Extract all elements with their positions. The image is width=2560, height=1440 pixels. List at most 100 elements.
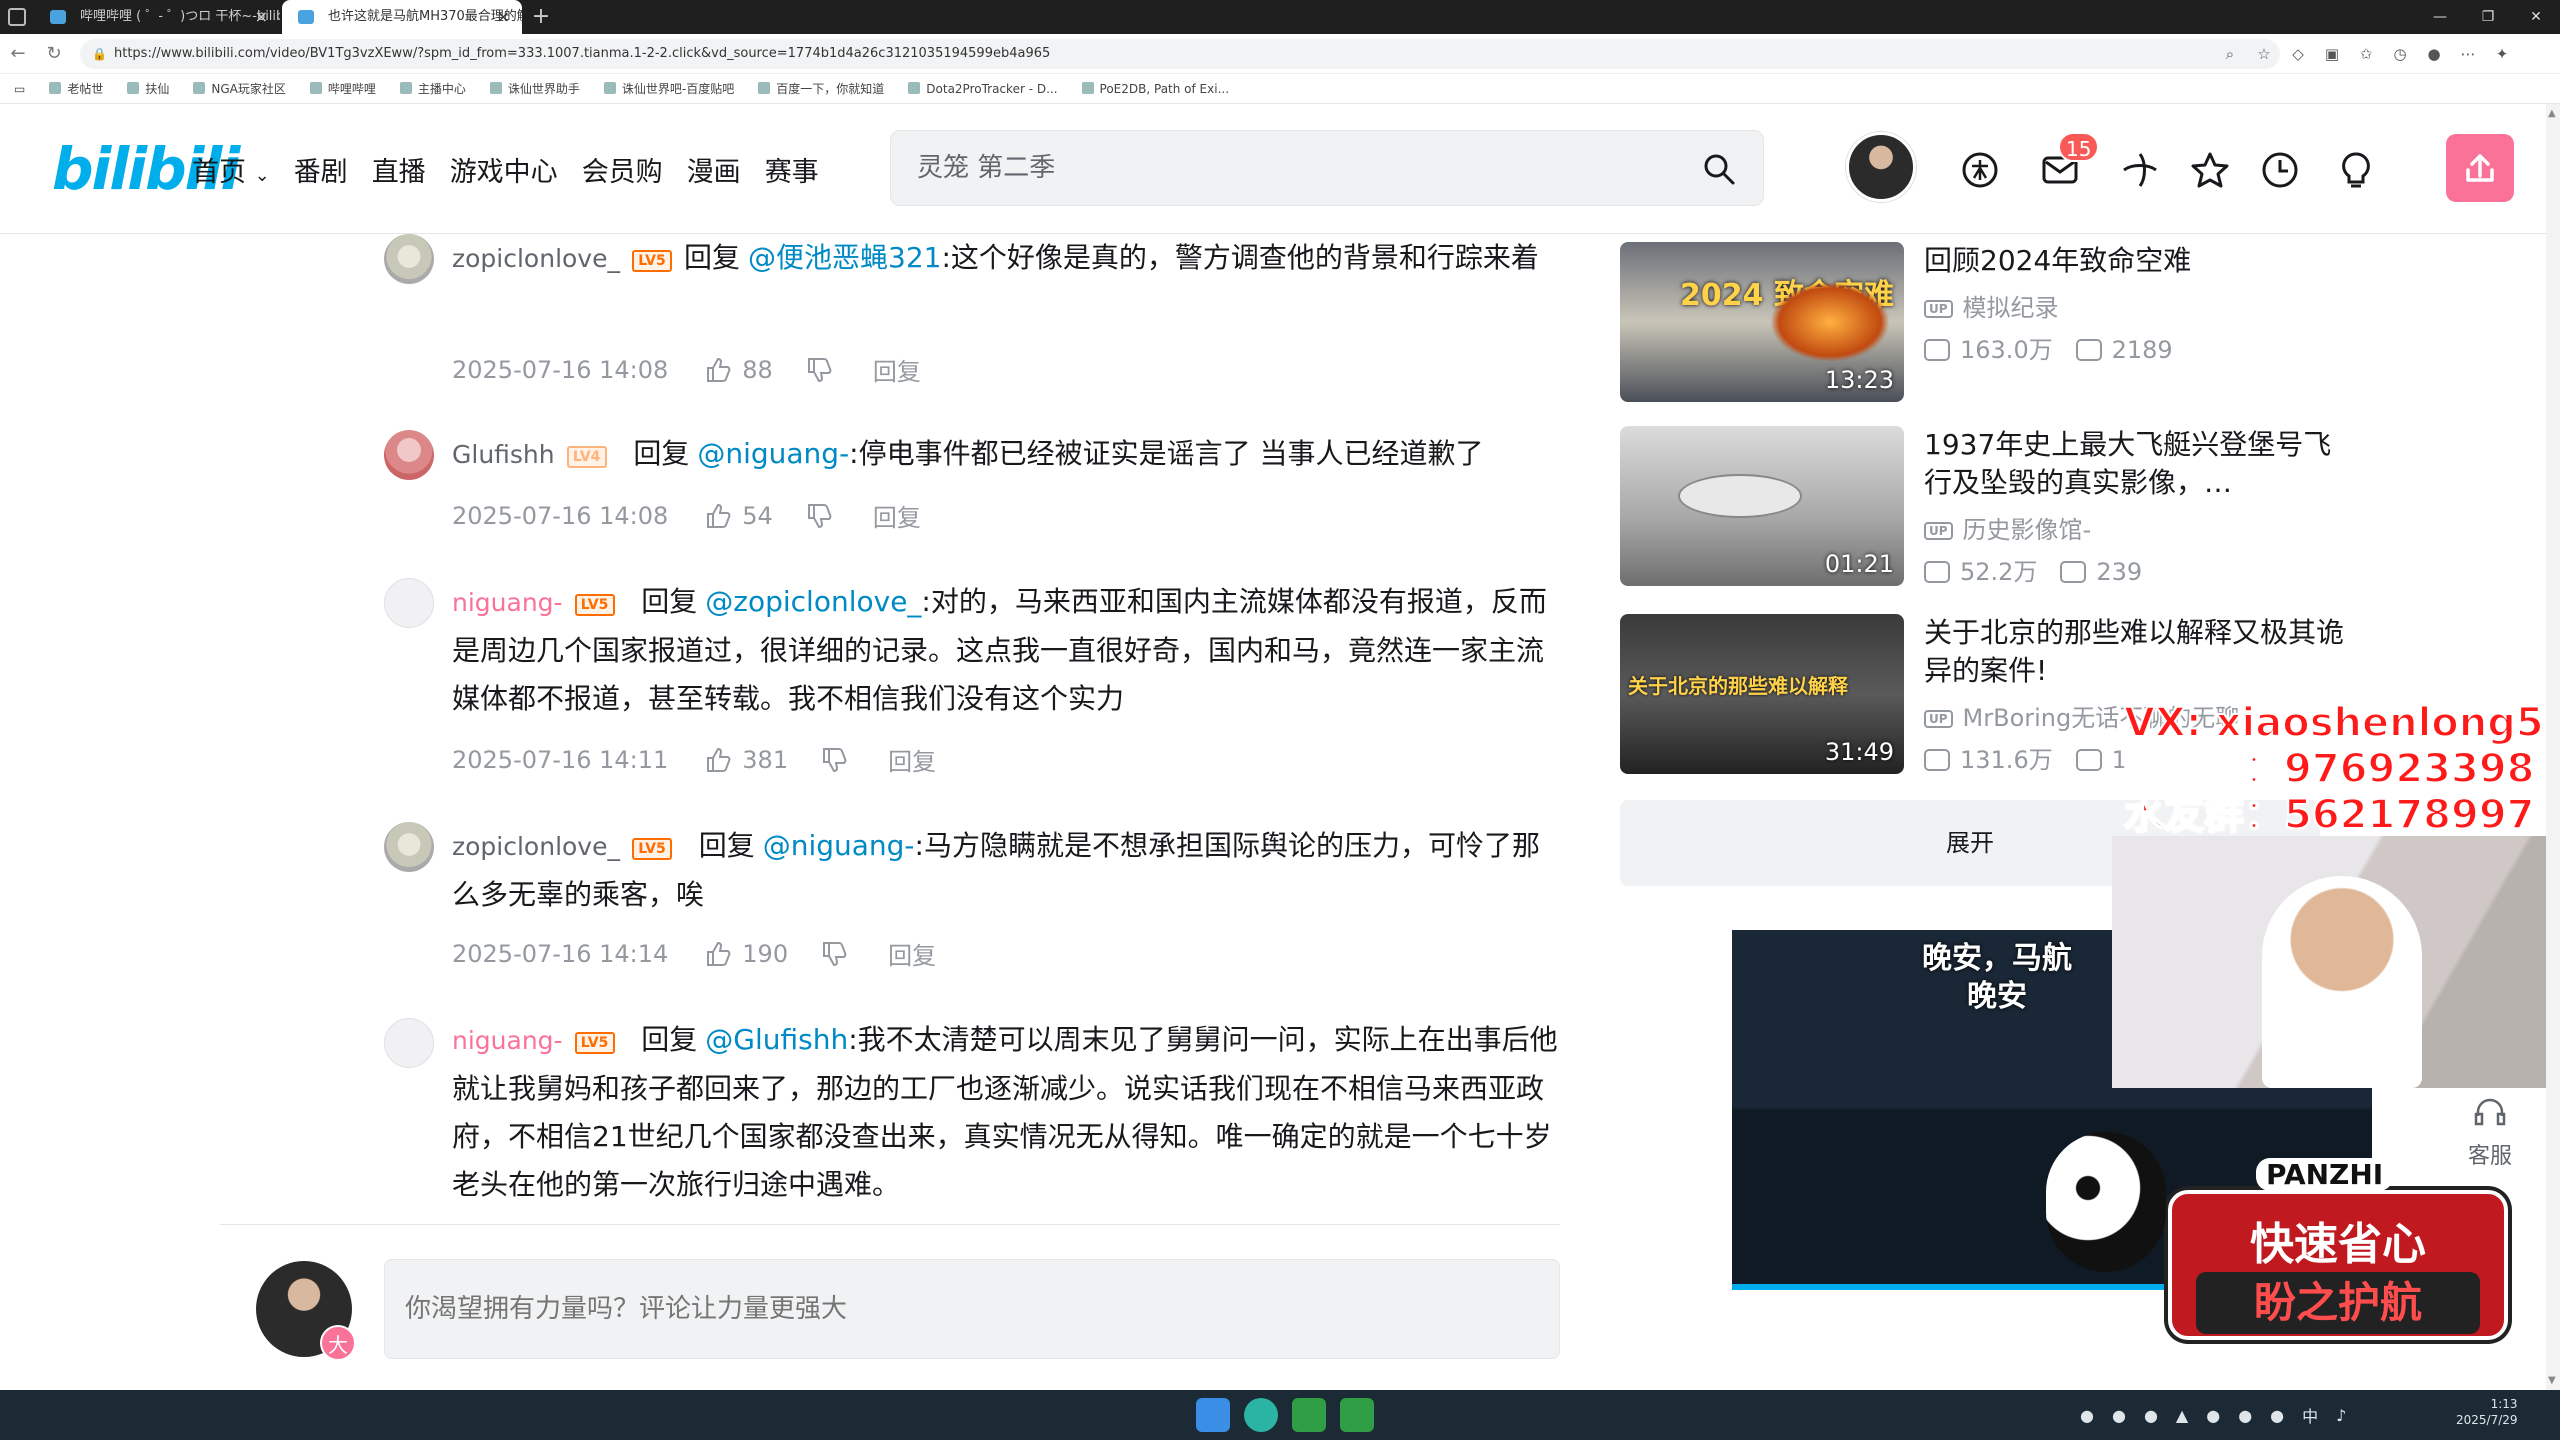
bookmark[interactable]: 诛仙世界助手: [490, 80, 580, 97]
zoom-icon[interactable]: ⌕: [2220, 40, 2240, 68]
nav-esports[interactable]: 赛事: [765, 150, 819, 189]
copilot-icon[interactable]: ✦: [2492, 40, 2512, 68]
customer-service-button[interactable]: 客服: [2450, 1080, 2530, 1180]
bookmark[interactable]: 哔哩哔哩: [310, 80, 376, 97]
reply-button[interactable]: 回复: [888, 936, 936, 971]
volume-icon[interactable]: ♪: [2336, 1406, 2346, 1425]
nav-manga[interactable]: 漫画: [687, 150, 741, 189]
search-icon[interactable]: [1703, 153, 1735, 185]
video-thumbnail[interactable]: 01:21: [1620, 426, 1904, 586]
bookmark[interactable]: 扶仙: [127, 80, 169, 97]
tray-icon[interactable]: ●: [2112, 1406, 2126, 1425]
mention-link[interactable]: @zopiclonlove_: [705, 585, 921, 618]
more-menu-icon[interactable]: ⋯: [2458, 40, 2478, 68]
bookmarks-menu-icon[interactable]: ▭: [14, 82, 25, 96]
bookmark[interactable]: NGA玩家社区: [193, 80, 286, 97]
tray-icon[interactable]: ●: [2238, 1406, 2252, 1425]
refresh-icon[interactable]: ↻: [40, 40, 68, 68]
reply-button[interactable]: 回复: [873, 498, 921, 533]
nav-home[interactable]: 首页 ⌄: [192, 150, 270, 189]
bookmark[interactable]: 主播中心: [400, 80, 466, 97]
comment-input[interactable]: [384, 1259, 1560, 1359]
like-button[interactable]: 54: [704, 502, 773, 530]
commenter-avatar[interactable]: [384, 578, 434, 628]
history-icon[interactable]: ◷: [2390, 40, 2410, 68]
like-button[interactable]: 190: [704, 940, 788, 968]
new-tab-button[interactable]: +: [524, 0, 558, 34]
commenter-name[interactable]: niguang- LV5: [452, 588, 615, 617]
minimize-button[interactable]: —: [2416, 0, 2464, 34]
commenter-name[interactable]: niguang- LV5: [452, 1026, 615, 1055]
favorite-star-icon[interactable]: ☆: [2254, 40, 2274, 68]
tab-actions-icon[interactable]: [8, 8, 26, 26]
url-field[interactable]: 🔒 https://www.bilibili.com/video/BV1Tg3v…: [80, 39, 2280, 69]
nav-live[interactable]: 直播: [372, 150, 426, 189]
uploader[interactable]: UP 模拟纪录: [1924, 288, 2059, 323]
nav-game-center[interactable]: 游戏中心: [450, 150, 558, 189]
video-thumbnail[interactable]: 2024 致命空难 13:23: [1620, 242, 1904, 402]
history-clock-icon[interactable]: [2260, 150, 2300, 190]
mention-link[interactable]: @便池恶蝇321: [748, 241, 941, 274]
page-scrollbar[interactable]: ▲ ▼: [2546, 104, 2560, 1390]
favorites-icon[interactable]: ✩: [2356, 40, 2376, 68]
tray-icon[interactable]: ●: [2270, 1406, 2284, 1425]
vip-icon[interactable]: [1960, 150, 2000, 190]
video-title[interactable]: 1937年史上最大飞艇兴登堡号飞行及坠毁的真实影像，…: [1924, 426, 2344, 502]
favorites-star-icon[interactable]: [2190, 150, 2230, 190]
tray-icon[interactable]: ●: [2080, 1406, 2094, 1425]
start-icon[interactable]: [1196, 1398, 1230, 1432]
commenter-avatar[interactable]: [384, 822, 434, 872]
thumb-down-icon[interactable]: [820, 746, 848, 774]
reply-button[interactable]: 回复: [888, 742, 936, 777]
close-window-button[interactable]: ✕: [2512, 0, 2560, 34]
commenter-avatar[interactable]: [384, 234, 434, 284]
mention-link[interactable]: @Glufishh: [705, 1023, 848, 1056]
clock[interactable]: 1:13 2025/7/29: [2456, 1396, 2518, 1428]
nav-mall[interactable]: 会员购: [582, 150, 663, 189]
nav-bangumi[interactable]: 番剧: [294, 150, 348, 189]
search-input[interactable]: [917, 131, 1677, 205]
commenter-name[interactable]: zopiclonlove_ LV5: [452, 832, 672, 861]
tray-icon[interactable]: ▲: [2176, 1406, 2188, 1425]
bookmark[interactable]: 百度一下，你就知道: [758, 80, 884, 97]
bookmark[interactable]: 诛仙世界吧-百度贴吧: [604, 80, 734, 97]
video-title[interactable]: 回顾2024年致命空难: [1924, 242, 2344, 280]
maximize-button[interactable]: ❐: [2464, 0, 2512, 34]
app-icon[interactable]: [1292, 1398, 1326, 1432]
tray-icon[interactable]: ●: [2144, 1406, 2158, 1425]
close-tab-icon[interactable]: ×: [255, 0, 268, 34]
mention-link[interactable]: @niguang-: [763, 829, 915, 862]
tab-video-active[interactable]: 也许这就是马航MH370最合理的解释 ×: [282, 0, 522, 34]
dynamics-icon[interactable]: [2120, 150, 2160, 190]
tray-icon[interactable]: ●: [2206, 1406, 2220, 1425]
like-button[interactable]: 88: [704, 356, 773, 384]
thumb-down-icon[interactable]: [820, 940, 848, 968]
app-icon[interactable]: [1340, 1398, 1374, 1432]
split-screen-icon[interactable]: ▣: [2322, 40, 2342, 68]
scroll-up-icon[interactable]: ▲: [2548, 108, 2556, 119]
like-button[interactable]: 381: [704, 746, 788, 774]
thumb-down-icon[interactable]: [805, 502, 833, 530]
mention-link[interactable]: @niguang-: [697, 437, 849, 470]
commenter-avatar[interactable]: [384, 1018, 434, 1068]
ime-indicator[interactable]: 中: [2302, 1403, 2318, 1427]
upload-button[interactable]: [2446, 134, 2514, 202]
commenter-avatar[interactable]: [384, 430, 434, 480]
extensions-icon[interactable]: ◇: [2288, 40, 2308, 68]
thumb-down-icon[interactable]: [805, 356, 833, 384]
scroll-down-icon[interactable]: ▼: [2548, 1375, 2556, 1386]
commenter-name[interactable]: Glufishh LV4: [452, 440, 607, 469]
bookmark[interactable]: Dota2ProTracker - D...: [908, 82, 1057, 96]
video-title[interactable]: 关于北京的那些难以解释又极其诡异的案件!: [1924, 614, 2344, 690]
video-thumbnail[interactable]: 关于北京的那些难以解释 31:49: [1620, 614, 1904, 774]
reply-button[interactable]: 回复: [873, 352, 921, 387]
close-tab-icon[interactable]: ×: [497, 0, 510, 34]
profile-icon[interactable]: ●: [2424, 40, 2444, 68]
bookmark[interactable]: PoE2DB, Path of Exi...: [1082, 82, 1230, 96]
creator-bulb-icon[interactable]: [2336, 150, 2376, 190]
bookmark[interactable]: 老帖世: [49, 80, 103, 97]
user-avatar[interactable]: [1846, 132, 1916, 202]
tab-bilibili-home[interactable]: 哔哩哔哩 ( ゜- ゜)つロ 干杯~-bilibili ×: [34, 0, 280, 34]
back-icon[interactable]: ←: [4, 40, 32, 68]
uploader[interactable]: UP 历史影像馆-: [1924, 510, 2091, 545]
